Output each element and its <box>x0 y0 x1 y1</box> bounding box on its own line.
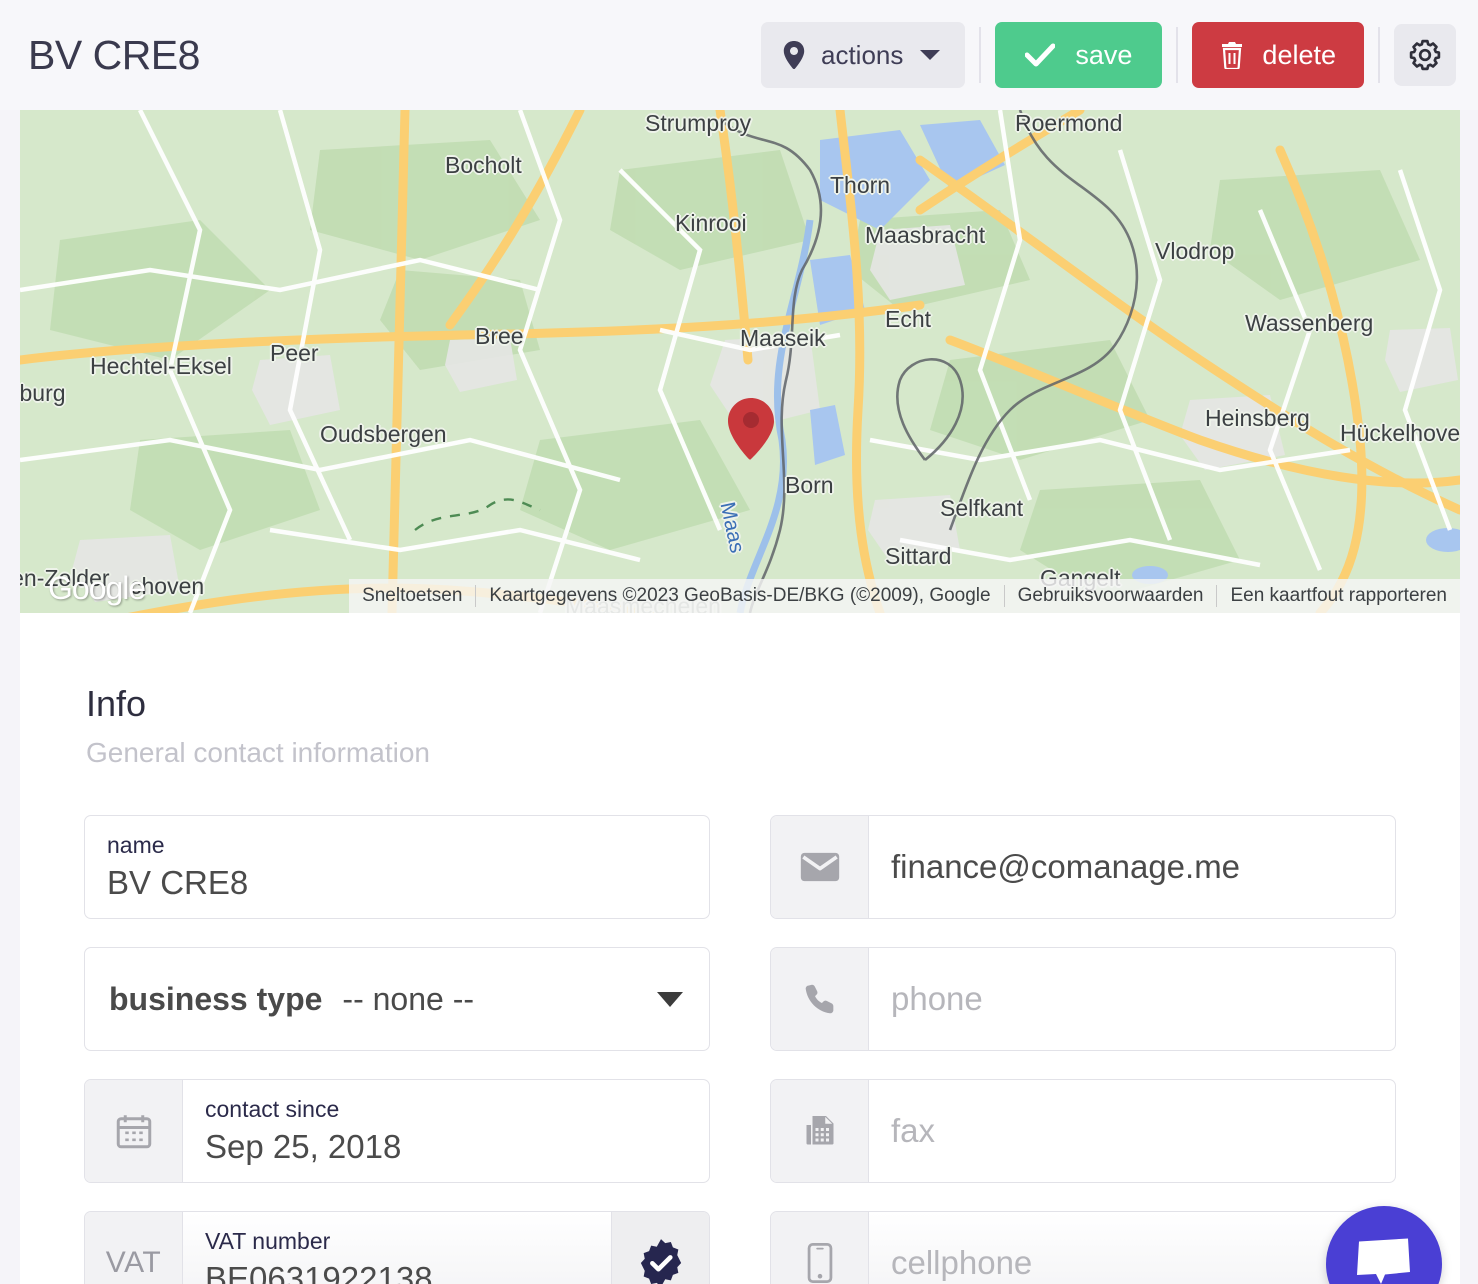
map-label: Echt <box>885 306 932 332</box>
settings-button[interactable] <box>1394 24 1456 86</box>
info-columns: name BV CRE8 business type -- none -- co… <box>20 815 1460 1284</box>
section-subtitle: General contact information <box>86 737 430 768</box>
name-field-label: name <box>107 832 165 858</box>
cellphone-field[interactable]: cellphone <box>770 1211 1396 1284</box>
vat-number-label: VAT number <box>205 1228 331 1254</box>
map-label: Roermond <box>1015 110 1123 136</box>
delete-button[interactable]: delete <box>1192 22 1364 88</box>
map-label: Vlodrop <box>1155 238 1235 264</box>
section-title: Info <box>86 683 147 724</box>
mobile-icon <box>771 1212 869 1284</box>
email-field[interactable]: finance@comanage.me <box>770 815 1396 919</box>
actions-button-label: actions <box>820 39 904 70</box>
name-field-body: name BV CRE8 <box>85 816 709 918</box>
header-toolbar: actions save delete <box>760 0 1478 110</box>
map-shortcuts-link[interactable]: Sneltoetsen <box>349 585 475 607</box>
business-type-select[interactable]: business type -- none -- <box>84 947 710 1051</box>
map-label: Thorn <box>830 172 891 198</box>
phone-field[interactable]: phone <box>770 947 1396 1051</box>
vat-number-body: VAT number BE0631922138 <box>183 1212 611 1284</box>
map-label: Born <box>785 472 834 498</box>
map-data-credit: Kaartgegevens ©2023 GeoBasis-DE/BKG (©20… <box>489 585 991 606</box>
map-label: Sittard <box>885 543 952 569</box>
map-attribution: Sneltoetsen Kaartgegevens ©2023 GeoBasis… <box>349 579 1460 613</box>
page-header: BV CRE8 actions save delete <box>0 0 1478 110</box>
contact-since-field[interactable]: contact since Sep 25, 2018 <box>84 1079 710 1183</box>
map-label: Oudsbergen <box>320 421 447 447</box>
toolbar-divider-3 <box>1378 27 1380 83</box>
vat-number-field[interactable]: VAT VAT number BE0631922138 <box>84 1211 710 1284</box>
chat-bubble-icon <box>1356 1237 1412 1284</box>
map-label: Maasbracht <box>865 222 986 248</box>
business-type-label: business type <box>109 980 323 1017</box>
map-label: Maaseik <box>740 325 826 351</box>
map-label: Heinsberg <box>1205 405 1310 431</box>
trash-icon <box>1220 41 1244 69</box>
map-label: sburg <box>20 380 66 406</box>
info-right-column: finance@comanage.me phone fax cellphone <box>770 815 1396 1284</box>
cellphone-field-placeholder[interactable]: cellphone <box>891 1242 1032 1283</box>
map-label: Wassenberg <box>1245 310 1374 336</box>
chevron-down-icon <box>657 991 683 1007</box>
calendar-icon <box>85 1080 183 1182</box>
fax-field-body: fax <box>869 1080 1395 1182</box>
phone-icon <box>771 948 869 1050</box>
map-label: Strumproy <box>645 110 752 136</box>
fax-field[interactable]: fax <box>770 1079 1396 1183</box>
info-section: Info General contact information name BV… <box>20 613 1460 1284</box>
name-field-value[interactable]: BV CRE8 <box>107 862 687 903</box>
map-pin-icon <box>783 41 805 69</box>
location-map[interactable]: Strumproy Roermond Bocholt Thorn Kinrooi… <box>20 110 1460 613</box>
email-field-value[interactable]: finance@comanage.me <box>891 846 1240 887</box>
cellphone-field-body: cellphone <box>869 1212 1395 1284</box>
contact-since-value[interactable]: Sep 25, 2018 <box>205 1126 687 1167</box>
email-field-body: finance@comanage.me <box>869 816 1395 918</box>
actions-button[interactable]: actions <box>760 22 966 88</box>
map-label: Bocholt <box>445 152 522 178</box>
map-label: Bree <box>475 323 524 349</box>
google-logo: Google <box>48 570 146 606</box>
phone-field-body: phone <box>869 948 1395 1050</box>
page-root: BV CRE8 actions save delete Strumproy Ro… <box>0 0 1478 1284</box>
verified-badge-icon[interactable] <box>611 1212 709 1284</box>
map-label: Selfkant <box>940 495 1024 521</box>
save-button-label: save <box>1075 39 1133 70</box>
contact-since-body: contact since Sep 25, 2018 <box>183 1080 709 1182</box>
vat-number-value[interactable]: BE0631922138 <box>205 1258 589 1284</box>
map-terms-link[interactable]: Gebruiksvoorwaarden <box>1005 585 1217 607</box>
check-icon <box>1025 43 1056 67</box>
map-label: Peer <box>270 340 319 366</box>
save-button[interactable]: save <box>995 22 1163 88</box>
gear-icon <box>1408 38 1442 72</box>
business-type-value: -- none -- <box>342 980 474 1017</box>
phone-field-placeholder[interactable]: phone <box>891 978 983 1019</box>
map-report-error-link[interactable]: Een kaartfout rapporteren <box>1217 585 1460 607</box>
map-label: Hückelhove <box>1340 420 1460 446</box>
page-title: BV CRE8 <box>28 31 200 78</box>
location-pin-marker[interactable] <box>728 398 774 460</box>
contact-since-label: contact since <box>205 1096 340 1122</box>
map-label: Hechtel-Eksel <box>90 353 232 379</box>
toolbar-divider-2 <box>1176 27 1179 83</box>
vat-prefix-label: VAT <box>85 1212 183 1284</box>
map-label: Kinrooi <box>675 210 747 236</box>
toolbar-divider-1 <box>979 27 982 83</box>
content-card: Strumproy Roermond Bocholt Thorn Kinrooi… <box>20 110 1460 1284</box>
info-left-column: name BV CRE8 business type -- none -- co… <box>84 815 710 1284</box>
chevron-down-icon <box>919 48 941 62</box>
name-field[interactable]: name BV CRE8 <box>84 815 710 919</box>
fax-icon <box>771 1080 869 1182</box>
envelope-icon <box>771 816 869 918</box>
fax-field-placeholder[interactable]: fax <box>891 1110 935 1151</box>
delete-button-label: delete <box>1262 39 1336 70</box>
